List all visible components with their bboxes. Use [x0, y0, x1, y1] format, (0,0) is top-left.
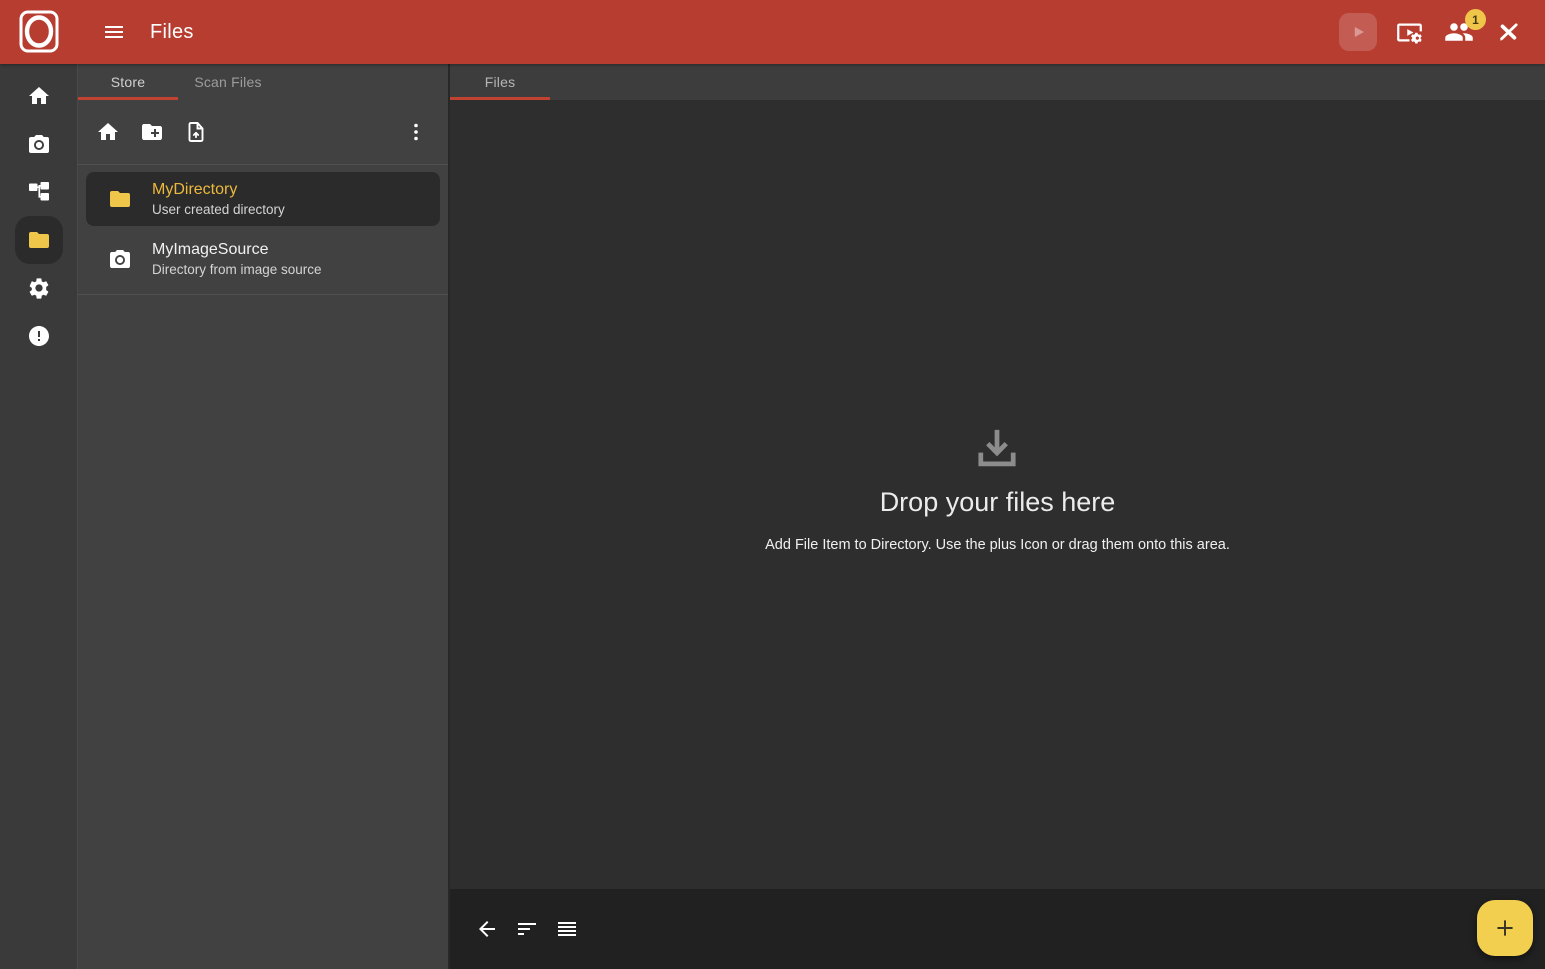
logo-o-icon — [16, 8, 62, 56]
tab-scan-files-label: Scan Files — [194, 74, 261, 90]
create-folder-icon — [140, 120, 164, 144]
folder-icon — [27, 228, 51, 252]
create-folder-button[interactable] — [130, 110, 174, 154]
header-actions: 1 — [1339, 13, 1545, 51]
page-title: Files — [150, 21, 194, 44]
play-button — [1339, 13, 1377, 51]
main-tabs: Files — [450, 64, 1545, 100]
main-area: Files Drop your files here Add File Item… — [450, 64, 1545, 969]
store-panel-tabs: Store Scan Files — [78, 64, 448, 100]
upload-file-button[interactable] — [174, 110, 218, 154]
back-arrow-icon — [475, 917, 499, 941]
list-item-myimagesource[interactable]: MyImageSource Directory from image sourc… — [86, 232, 440, 286]
tab-active-underline — [78, 97, 178, 100]
list-icon — [555, 917, 579, 941]
list-divider — [78, 294, 448, 295]
sidebar-item-connections[interactable] — [15, 168, 63, 216]
tab-scan-files[interactable]: Scan Files — [178, 64, 278, 100]
sidebar-item-alerts[interactable] — [15, 312, 63, 360]
sort-button[interactable] — [507, 909, 547, 949]
menu-icon — [102, 20, 126, 44]
settings-gear-icon — [27, 276, 51, 300]
home-icon — [96, 120, 120, 144]
notification-badge: 1 — [1465, 9, 1486, 30]
sidebar-item-home[interactable] — [15, 72, 63, 120]
menu-button[interactable] — [94, 12, 134, 52]
plus-icon — [1492, 915, 1518, 941]
schema-icon — [27, 180, 51, 204]
video-settings-icon — [1396, 19, 1423, 46]
app-header: Files 1 — [0, 0, 1545, 64]
download-icon — [970, 422, 1024, 476]
video-settings-button[interactable] — [1391, 14, 1427, 50]
dropzone[interactable]: Drop your files here Add File Item to Di… — [450, 100, 1545, 889]
home-button[interactable] — [86, 110, 130, 154]
tools-close-icon — [1496, 19, 1522, 45]
camera-icon — [27, 132, 51, 156]
users-button[interactable]: 1 — [1441, 14, 1477, 50]
list-item-mydirectory[interactable]: MyDirectory User created directory — [86, 172, 440, 226]
tab-store-label: Store — [111, 74, 145, 90]
store-panel: Store Scan Files — [78, 64, 448, 969]
bottom-toolbar — [450, 889, 1545, 969]
tab-files-label: Files — [485, 74, 516, 90]
kebab-menu-button[interactable] — [394, 110, 438, 154]
list-item-subtitle: User created directory — [152, 201, 285, 218]
back-button[interactable] — [467, 909, 507, 949]
list-item-text: MyImageSource Directory from image sourc… — [152, 240, 322, 278]
dropzone-subtitle: Add File Item to Directory. Use the plus… — [765, 537, 1230, 553]
sidebar-item-settings[interactable] — [15, 264, 63, 312]
app-logo[interactable] — [0, 0, 78, 64]
tab-files[interactable]: Files — [450, 64, 550, 100]
home-icon — [27, 84, 51, 108]
folder-icon — [108, 187, 132, 211]
directory-list: MyDirectory User created directory MyIma… — [78, 165, 448, 295]
dropzone-message: Drop your files here Add File Item to Di… — [765, 422, 1230, 553]
tools-close-button[interactable] — [1491, 14, 1527, 50]
sidebar-item-camera[interactable] — [15, 120, 63, 168]
sort-icon — [515, 917, 539, 941]
list-item-title: MyDirectory — [152, 180, 285, 200]
play-icon — [1347, 21, 1369, 43]
list-item-subtitle: Directory from image source — [152, 261, 322, 278]
list-view-button[interactable] — [547, 909, 587, 949]
upload-file-icon — [184, 120, 208, 144]
sidebar-item-files[interactable] — [15, 216, 63, 264]
add-file-fab[interactable] — [1477, 900, 1533, 956]
tab-store[interactable]: Store — [78, 64, 178, 100]
error-icon — [27, 324, 51, 348]
camera-icon — [108, 247, 132, 271]
sidebar — [0, 64, 78, 969]
dropzone-title: Drop your files here — [765, 487, 1230, 518]
list-item-text: MyDirectory User created directory — [152, 180, 285, 218]
store-panel-toolbar — [78, 100, 448, 164]
list-item-title: MyImageSource — [152, 240, 322, 260]
kebab-menu-icon — [404, 120, 428, 144]
